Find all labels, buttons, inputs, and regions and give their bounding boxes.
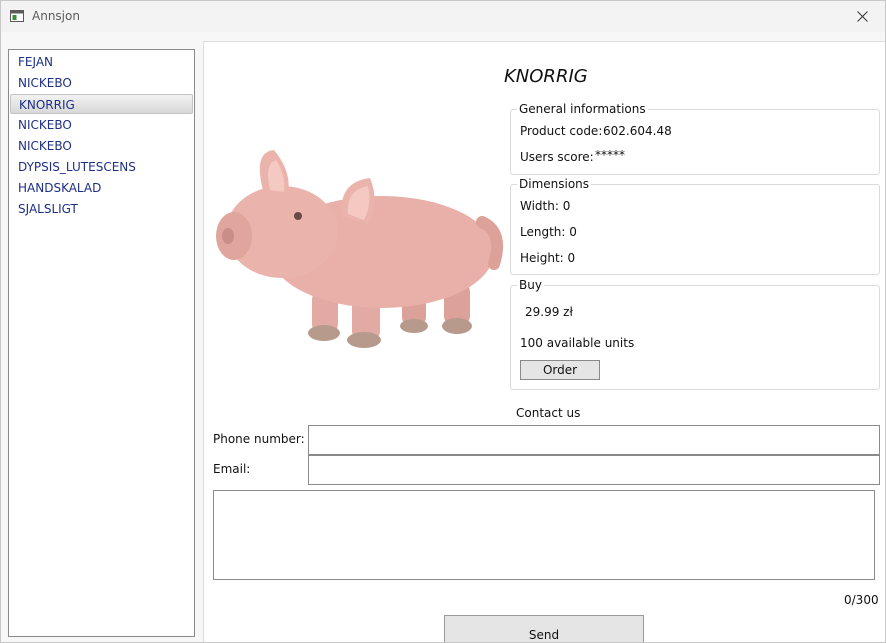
window-title: Annsjon	[32, 9, 80, 23]
app-window: Annsjon FEJAN NICKEBO KNORRIG NICKEBO NI…	[0, 0, 886, 643]
list-item-fejan[interactable]: FEJAN	[10, 52, 193, 72]
buy-group: Buy 29.99 zł 100 available units Order	[510, 278, 880, 390]
character-counter: 0/300	[844, 593, 879, 607]
send-button[interactable]: Send	[444, 615, 644, 642]
list-item-sjalsligt[interactable]: SJALSLIGT	[10, 199, 193, 219]
phone-number-label: Phone number:	[213, 432, 305, 446]
available-units-text: 100 available units	[520, 336, 635, 350]
message-textarea[interactable]	[213, 490, 875, 580]
general-info-group: General informations Product code: 602.6…	[510, 102, 880, 175]
client-area: FEJAN NICKEBO KNORRIG NICKEBO NICKEBO DY…	[1, 32, 885, 642]
contact-us-heading: Contact us	[516, 406, 581, 420]
dimensions-group: Dimensions Width: 0 Length: 0 Height: 0	[510, 177, 880, 275]
title-bar: Annsjon	[1, 1, 885, 32]
product-image	[216, 150, 503, 348]
email-input[interactable]	[308, 455, 880, 485]
list-item-handskalad[interactable]: HANDSKALAD	[10, 178, 193, 198]
dimensions-legend: Dimensions	[517, 177, 592, 191]
price-text: 29.99 zł	[525, 305, 573, 319]
product-code-label: Product code:	[520, 124, 603, 138]
list-item-dypsis-lutescens[interactable]: DYPSIS_LUTESCENS	[10, 157, 193, 177]
general-info-legend: General informations	[517, 102, 648, 116]
list-item-nickebo[interactable]: NICKEBO	[10, 115, 193, 135]
close-icon	[856, 11, 868, 22]
email-label: Email:	[213, 462, 251, 476]
product-details-panel: KNORRIG General informations Product cod…	[203, 41, 885, 642]
users-score-label: Users score:	[520, 150, 594, 164]
app-icon	[10, 10, 24, 22]
product-code-value: 602.604.48	[603, 124, 672, 138]
length-text: Length: 0	[520, 225, 577, 239]
list-item-knorrig[interactable]: KNORRIG	[10, 94, 193, 114]
product-title: KNORRIG	[504, 66, 588, 87]
users-score-value: *****	[595, 148, 625, 162]
close-button[interactable]	[839, 1, 885, 32]
list-item-nickebo[interactable]: NICKEBO	[10, 136, 193, 156]
buy-legend: Buy	[517, 278, 544, 292]
order-button[interactable]: Order	[520, 360, 600, 380]
height-text: Height: 0	[520, 251, 576, 265]
phone-number-input[interactable]	[308, 425, 880, 455]
product-list[interactable]: FEJAN NICKEBO KNORRIG NICKEBO NICKEBO DY…	[8, 49, 195, 637]
width-text: Width: 0	[520, 199, 571, 213]
list-item-nickebo[interactable]: NICKEBO	[10, 73, 193, 93]
